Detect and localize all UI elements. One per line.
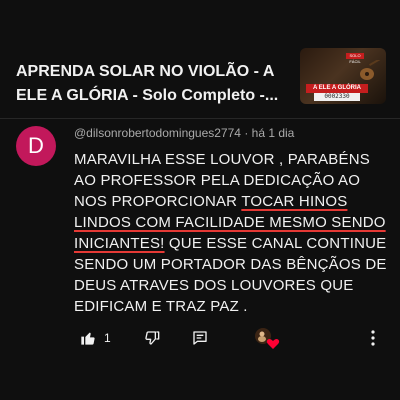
comment-time: há 1 dia (251, 126, 295, 140)
comment-text: MARAVILHA ESSE LOUVOR , PARABÉNS AO PROF… (74, 149, 390, 317)
guitar-icon (360, 60, 382, 80)
like-icon (80, 330, 96, 346)
avatar[interactable]: D (16, 126, 56, 166)
like-count: 1 (104, 331, 111, 345)
more-options-button[interactable] (370, 322, 376, 354)
video-header[interactable]: APRENDA SOLAR NO VIOLÃO - A ELE A GLÓRIA… (0, 0, 400, 118)
thumbnail-banner: A ELE A GLÓRIA (306, 84, 368, 93)
like-button[interactable]: 1 (80, 322, 111, 354)
creator-heart (254, 322, 280, 354)
video-thumbnail[interactable]: SOLO FÁCIL A ELE A GLÓRIA 0002330 (300, 48, 386, 104)
creator-heart-icon (254, 326, 280, 350)
header-divider (0, 118, 400, 119)
thumbnail-code: 0002330 (314, 93, 360, 101)
meta-separator: · (244, 126, 249, 140)
reply-icon (192, 330, 208, 346)
dislike-icon (144, 330, 160, 346)
thumbnail-badge: SOLO FÁCIL (346, 53, 364, 64)
comment-actions: 1 (74, 322, 390, 354)
dislike-button[interactable] (144, 322, 160, 354)
more-options-icon (370, 330, 376, 346)
video-title[interactable]: APRENDA SOLAR NO VIOLÃO - A ELE A GLÓRIA… (16, 60, 292, 108)
comment-author[interactable]: @dilsonrobertodomingues2774 (74, 126, 241, 140)
reply-button[interactable] (192, 322, 208, 354)
comment-meta: @dilsonrobertodomingues2774 · há 1 dia (74, 126, 294, 140)
